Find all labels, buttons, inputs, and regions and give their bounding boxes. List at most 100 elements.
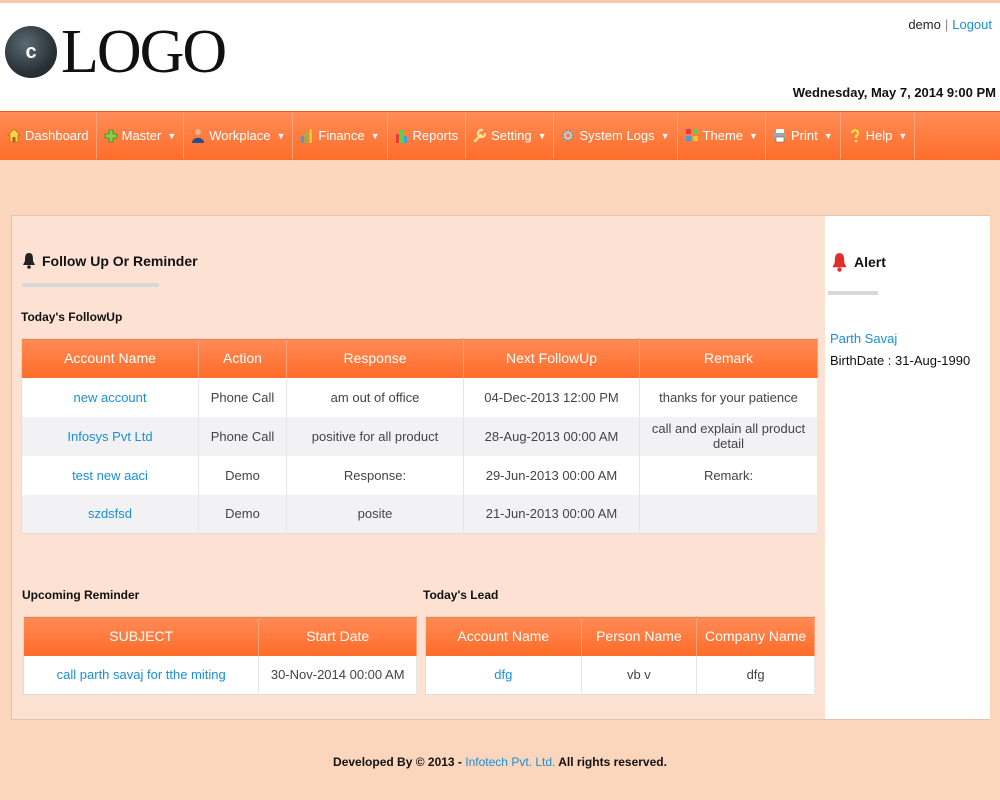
table-row: szdsfsd Demo posite 21-Jun-2013 00:00 AM — [21, 494, 818, 534]
person-icon — [192, 129, 205, 143]
logout-link[interactable]: Logout — [952, 17, 992, 32]
account-link[interactable]: szdsfsd — [21, 494, 199, 534]
alert-heading: Alert — [831, 252, 886, 272]
cell-remark: Remark: — [639, 455, 818, 495]
alert-sidebar: Alert Parth Savaj BirthDate : 31-Aug-199… — [825, 216, 990, 719]
cell-next-followup: 21-Jun-2013 00:00 AM — [463, 494, 640, 534]
table-header: SUBJECT Start Date — [23, 616, 417, 656]
chevron-down-icon: ▼ — [660, 130, 670, 141]
gear-icon — [562, 129, 575, 142]
nav-print[interactable]: Print ▼ — [766, 112, 841, 159]
nav-theme[interactable]: Theme ▼ — [678, 112, 766, 159]
current-datetime: Wednesday, May 7, 2014 9:00 PM — [792, 85, 996, 100]
lead-account-link[interactable]: dfg — [425, 655, 582, 695]
alert-birthdate: BirthDate : 31-Aug-1990 — [830, 353, 971, 368]
col-account-name[interactable]: Account Name — [425, 616, 582, 656]
col-remark[interactable]: Remark — [639, 338, 818, 378]
col-next-followup[interactable]: Next FollowUp — [463, 338, 640, 378]
main-content: Follow Up Or Reminder Today's FollowUp A… — [12, 216, 825, 719]
reminder-table: SUBJECT Start Date call parth savaj for … — [23, 616, 417, 695]
nav-master[interactable]: Master ▼ — [97, 112, 185, 159]
bell-icon — [832, 253, 847, 272]
col-company-name[interactable]: Company Name — [696, 616, 815, 656]
footer-suffix: All rights reserved. — [558, 755, 667, 769]
col-person-name[interactable]: Person Name — [581, 616, 698, 656]
logo-text: LOGO — [61, 18, 227, 86]
col-start-date[interactable]: Start Date — [258, 616, 417, 656]
alert-title: Alert — [854, 254, 886, 270]
plus-icon — [104, 129, 118, 143]
nav-finance[interactable]: Finance ▼ — [293, 112, 388, 159]
nav-workplace[interactable]: Workplace ▼ — [184, 112, 294, 159]
cell-remark — [639, 494, 818, 534]
nav-label: Setting — [491, 128, 532, 143]
nav-reports[interactable]: Reports — [388, 112, 467, 159]
cell-action: Demo — [198, 494, 287, 534]
footer-prefix: Developed By © 2013 - — [333, 755, 462, 769]
table-row: dfg vb v dfg — [425, 655, 815, 695]
alert-person-link[interactable]: Parth Savaj — [830, 331, 897, 346]
nav-label: Dashboard — [25, 128, 89, 143]
cell-next-followup: 29-Jun-2013 00:00 AM — [463, 455, 640, 495]
col-action[interactable]: Action — [198, 338, 287, 378]
user-separator: | — [944, 17, 949, 32]
table-row: new account Phone Call am out of office … — [21, 377, 818, 417]
cell-next-followup: 28-Aug-2013 00:00 AM — [463, 416, 640, 456]
cell-action: Phone Call — [198, 377, 287, 417]
nav-label: Finance — [318, 128, 365, 143]
todays-followup-title: Today's FollowUp — [21, 310, 123, 324]
dashboard-panel: Follow Up Or Reminder Today's FollowUp A… — [11, 215, 990, 720]
account-link[interactable]: test new aaci — [21, 455, 199, 495]
cell-response: positive for all product — [286, 416, 464, 456]
reminder-subject-link[interactable]: call parth savaj for tthe miting — [23, 655, 260, 695]
table-row: Infosys Pvt Ltd Phone Call positive for … — [21, 416, 818, 456]
nav-label: Master — [121, 128, 162, 143]
company-link[interactable]: Infotech Pvt. Ltd. — [465, 755, 555, 769]
chevron-down-icon: ▼ — [370, 130, 380, 141]
home-icon — [7, 128, 21, 143]
followup-table: Account Name Action Response Next Follow… — [21, 338, 818, 534]
chevron-down-icon: ▼ — [167, 130, 177, 141]
col-subject[interactable]: SUBJECT — [23, 616, 260, 656]
col-account-name[interactable]: Account Name — [21, 338, 199, 378]
footer: Developed By © 2013 - Infotech Pvt. Ltd.… — [0, 755, 1000, 769]
nav-label: Theme — [702, 128, 744, 143]
logo[interactable]: c LOGO — [5, 18, 227, 86]
username: demo — [908, 17, 941, 32]
account-link[interactable]: new account — [21, 377, 199, 417]
cell-response: Response: — [286, 455, 464, 495]
cell-person-name: vb v — [581, 655, 698, 695]
nav-system-logs[interactable]: System Logs ▼ — [554, 112, 678, 159]
chevron-down-icon: ▼ — [898, 130, 908, 141]
cell-next-followup: 04-Dec-2013 12:00 PM — [463, 377, 640, 417]
chevron-down-icon: ▼ — [276, 130, 286, 141]
table-row: call parth savaj for tthe miting 30-Nov-… — [23, 655, 417, 695]
printer-icon — [773, 129, 786, 143]
nav-label: Reports — [412, 128, 459, 143]
chevron-down-icon: ▼ — [749, 130, 758, 141]
chevron-down-icon: ▼ — [537, 130, 547, 141]
bar-chart-icon — [301, 129, 313, 143]
nav-setting[interactable]: Setting ▼ — [466, 112, 555, 159]
nav-dashboard[interactable]: Dashboard — [0, 112, 97, 159]
user-links: demo | Logout — [908, 17, 992, 32]
account-link[interactable]: Infosys Pvt Ltd — [21, 416, 199, 456]
cell-response: posite — [286, 494, 464, 534]
cell-remark: call and explain all product detail — [639, 416, 818, 456]
header: c LOGO demo | Logout Wednesday, May 7, 201… — [0, 0, 1000, 111]
col-response[interactable]: Response — [286, 338, 464, 378]
upcoming-reminder-title: Upcoming Reminder — [22, 588, 140, 602]
table-header: Account Name Person Name Company Name — [425, 616, 815, 656]
nav-label: System Logs — [579, 128, 655, 143]
heading-underline — [22, 283, 159, 287]
cell-remark: thanks for your patience — [639, 377, 818, 417]
chevron-down-icon: ▼ — [823, 130, 833, 141]
question-icon — [850, 129, 859, 143]
cell-action: Phone Call — [198, 416, 287, 456]
heading-underline — [828, 291, 878, 295]
todays-lead-title: Today's Lead — [423, 588, 499, 602]
nav-help[interactable]: Help ▼ — [841, 112, 916, 159]
nav-label: Workplace — [209, 128, 271, 143]
main-nav: Dashboard Master ▼ Workplace ▼ Finance ▼ Re… — [0, 111, 1000, 160]
bell-icon — [23, 253, 35, 269]
